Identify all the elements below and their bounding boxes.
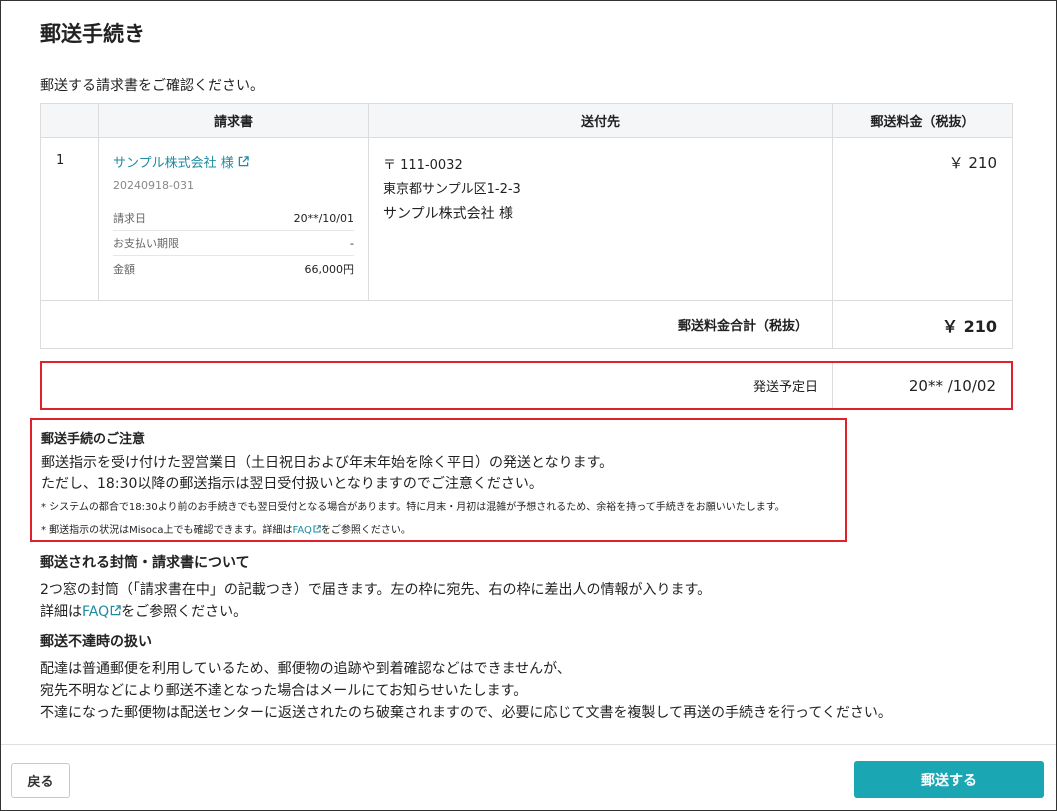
- envelope-section: 郵送される封筒・請求書について 2つ窓の封筒（「請求書在中」の記載つき）で届きま…: [40, 552, 711, 623]
- back-button[interactable]: 戻る: [11, 763, 70, 798]
- total-value: ￥ 210: [942, 316, 997, 336]
- header-num: [41, 104, 99, 137]
- address-zip: 〒 111-0032: [383, 158, 463, 173]
- address-line: 東京都サンプル区1-2-3: [383, 182, 521, 197]
- lead-text: 郵送する請求書をご確認ください。: [40, 78, 264, 94]
- table-row: 1 サンプル株式会社 様 20240918-031 請求日 20**/10/01…: [41, 138, 1012, 301]
- total-row: 郵送料金合計（税抜） ￥ 210: [41, 301, 1012, 348]
- header-address: 送付先: [369, 104, 833, 137]
- undelivered-line: 不達になった郵便物は配送センターに返送されたのち破棄されますので、必要に応じて文…: [40, 705, 892, 721]
- detail-key: お支払い期限: [113, 237, 179, 250]
- faq-link-label: FAQ: [82, 604, 110, 620]
- footer-bar: 戻る 郵送する: [1, 744, 1056, 810]
- notice-note: * 郵送指示の状況はMisoca上でも確認できます。詳細はFAQ をご参照ください…: [41, 524, 845, 538]
- detail-value: 20**/10/01: [293, 211, 354, 225]
- invoice-number: 20240918-031: [113, 179, 194, 192]
- undelivered-heading: 郵送不達時の扱い: [40, 634, 152, 650]
- ship-date-value: 20** /10/02: [908, 376, 996, 395]
- mail-notice-box: 郵送手続のご注意 郵送指示を受け付けた翌営業日（土日祝日および年末年始を除く平日…: [30, 418, 847, 542]
- page-title: 郵送手続き: [40, 22, 145, 46]
- envelope-line: 詳細はFAQ をご参照ください。: [40, 601, 711, 623]
- detail-row-date: 請求日 20**/10/01: [113, 206, 354, 231]
- row-number: 1: [41, 138, 99, 300]
- invoice-cell: サンプル株式会社 様 20240918-031 請求日 20**/10/01 お…: [99, 138, 369, 300]
- fee-cell: ￥ 210: [948, 154, 997, 172]
- envelope-line: 2つ窓の封筒（「請求書在中」の記載つき）で届きます。左の枠に宛先、右の枠に差出人…: [40, 582, 712, 598]
- table-header: 請求書 送付先 郵送料金（税抜）: [41, 104, 1012, 138]
- note-text: をご参照ください。: [320, 525, 411, 536]
- invoice-name: サンプル株式会社 様: [113, 156, 234, 171]
- envelope-text: をご参照ください。: [121, 604, 248, 620]
- faq-link[interactable]: FAQ: [293, 525, 321, 536]
- total-label: 郵送料金合計（税抜）: [41, 301, 833, 348]
- faq-link-label: FAQ: [292, 525, 312, 536]
- detail-value: -: [350, 236, 354, 250]
- detail-key: 金額: [113, 262, 135, 276]
- send-mail-button[interactable]: 郵送する: [854, 761, 1044, 798]
- note-text: * 郵送指示の状況はMisoca上でも確認できます。詳細は: [41, 525, 293, 536]
- address-name: サンプル株式会社 様: [383, 206, 514, 222]
- envelope-heading: 郵送される封筒・請求書について: [40, 555, 250, 571]
- undelivered-line: 宛先不明などにより郵送不達となった場合はメールにてお知らせいたします。: [40, 683, 528, 699]
- notice-line: 郵送指示を受け付けた翌営業日（土日祝日および年末年始を除く平日）の発送となります…: [41, 455, 614, 471]
- external-link-icon: [238, 156, 249, 167]
- external-link-icon: [313, 525, 321, 533]
- envelope-text: 詳細は: [40, 604, 82, 620]
- notice-line: ただし、18:30以降の郵送指示は翌日受付扱いとなりますのでご注意ください。: [41, 476, 543, 492]
- invoice-details: 請求日 20**/10/01 お支払い期限 - 金額 66,000円: [113, 206, 354, 281]
- detail-row-amount: 金額 66,000円: [113, 256, 354, 281]
- ship-date-label: 発送予定日: [42, 363, 833, 408]
- header-fee: 郵送料金（税抜）: [870, 115, 975, 130]
- ship-date-box: 発送予定日 20** /10/02: [40, 361, 1013, 410]
- undelivered-line: 配達は普通郵便を利用しているため、郵便物の追跡や到着確認などはできませんが、: [40, 661, 571, 677]
- invoice-link[interactable]: サンプル株式会社 様: [113, 152, 354, 171]
- invoice-table: 請求書 送付先 郵送料金（税抜） 1 サンプル株式会社 様 20240918-0…: [40, 103, 1013, 349]
- notice-note: * システムの都合で18:30より前のお手続きでも翌日受付となる場合があります。…: [41, 502, 785, 513]
- faq-link[interactable]: FAQ: [82, 604, 121, 620]
- external-link-icon: [110, 605, 121, 616]
- address-cell: 〒 111-0032 東京都サンプル区1-2-3 サンプル株式会社 様: [369, 138, 833, 300]
- detail-row-due: お支払い期限 -: [113, 231, 354, 256]
- undelivered-section: 郵送不達時の扱い 配達は普通郵便を利用しているため、郵便物の追跡や到着確認などは…: [40, 631, 892, 724]
- notice-heading: 郵送手続のご注意: [41, 432, 146, 447]
- detail-value: 66,000円: [304, 262, 355, 276]
- header-invoice: 請求書: [99, 104, 369, 137]
- detail-key: 請求日: [113, 212, 146, 225]
